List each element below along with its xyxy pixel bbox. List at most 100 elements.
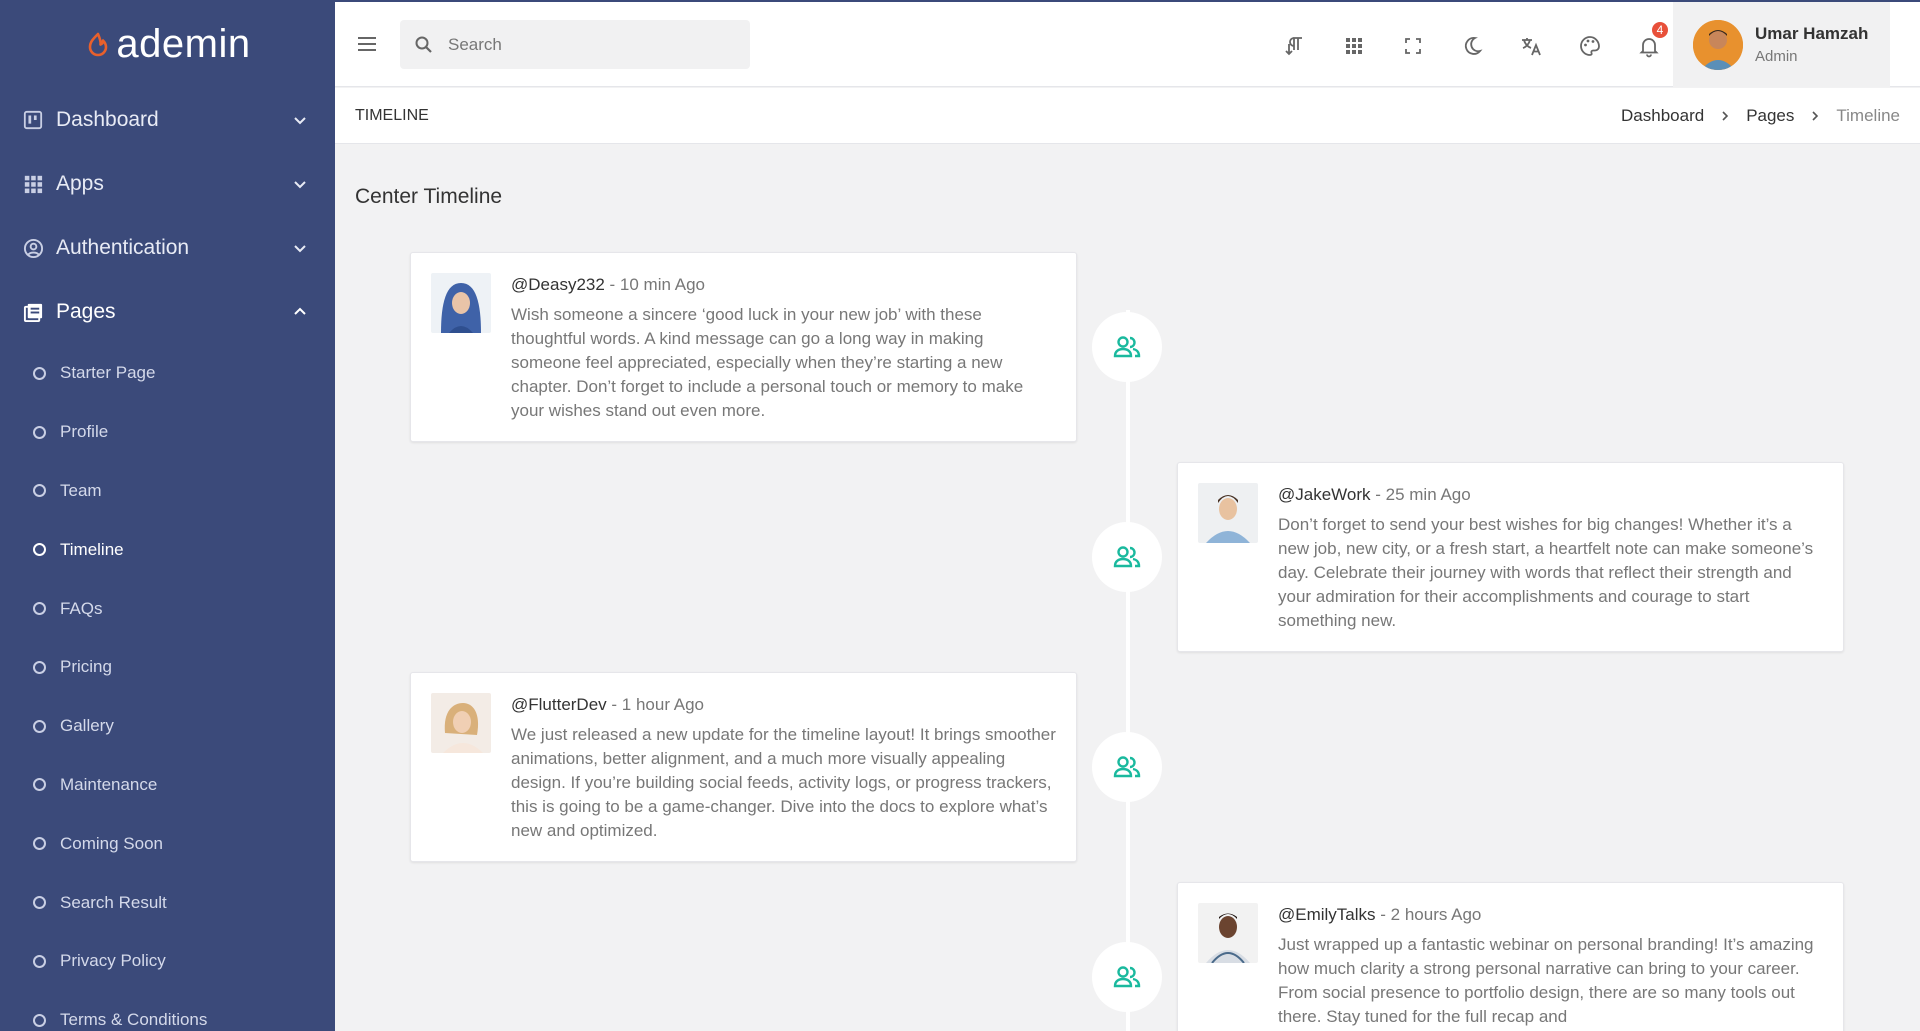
circle-bullet-icon [33,543,46,557]
sidebar-item-label: Authentication [56,236,190,259]
search-box[interactable] [400,20,750,69]
user-name: Umar Hamzah [1755,24,1869,43]
sidebar-subitem-profile[interactable]: Profile [0,403,335,462]
sidebar-subitem-label: Pricing [60,657,112,677]
circle-bullet-icon [33,1013,46,1027]
apps-grid-icon [22,173,44,195]
sidebar-subitem-label: Maintenance [60,774,158,794]
post-text: Just wrapped up a fantastic webinar on p… [1278,935,1814,1026]
sidebar-item-dashboard[interactable]: Dashboard [0,88,335,152]
sidebar-subitem-label: Starter Page [60,363,156,383]
logo[interactable]: ademin [0,0,335,88]
avatar [1198,903,1258,963]
post-handle[interactable]: @FlutterDev [511,695,607,714]
chevron-down-icon [294,117,306,125]
sidebar-subitem-label: Team [60,480,102,500]
circle-bullet-icon [33,954,46,968]
sidebar-subitem-search-result[interactable]: Search Result [0,873,335,932]
fullscreen-icon [1404,38,1421,54]
post-handle[interactable]: @JakeWork [1278,485,1371,504]
sidebar-subitem-label: Terms & Conditions [60,1010,208,1030]
post-time: - 10 min Ago [604,275,705,294]
search-icon [415,36,432,53]
timeline-node [1092,312,1162,382]
chevron-up-icon [294,307,306,315]
section-title: Center Timeline [355,185,503,208]
circle-bullet-icon [33,366,46,380]
post-handle[interactable]: @Deasy232 [511,275,605,294]
timeline-node [1092,942,1162,1012]
users-icon [1113,756,1141,778]
sidebar-subitem-team[interactable]: Team [0,462,335,521]
top-header: 4 Umar Hamzah Admin [335,0,1920,87]
breadcrumb: Dashboard Pages Timeline [1621,106,1900,126]
sidebar-subitem-label: Search Result [60,892,167,912]
chevron-down-icon [294,181,306,189]
sidebar-item-label: Dashboard [56,108,159,131]
circle-bullet-icon [33,660,46,674]
circle-bullet-icon [33,837,46,851]
sidebar-item-pages[interactable]: Pages [0,280,335,344]
dark-mode-button[interactable] [1442,26,1501,66]
sidebar-subitem-label: Coming Soon [60,833,164,853]
search-input[interactable] [448,34,728,55]
circle-bullet-icon [33,719,46,733]
sidebar-subitem-gallery[interactable]: Gallery [0,697,335,756]
circle-bullet-icon [33,425,46,439]
sidebar-subitem-label: Profile [60,422,109,442]
circle-bullet-icon [33,602,46,616]
avatar [1198,483,1258,543]
user-circle-icon [22,237,44,259]
apps-grid-icon [1345,38,1362,54]
user-menu[interactable]: Umar Hamzah Admin [1673,2,1890,87]
sidebar-subitem-maintenance[interactable]: Maintenance [0,756,335,815]
fullscreen-button[interactable] [1383,26,1442,66]
sidebar-subitem-coming-soon[interactable]: Coming Soon [0,814,335,873]
post-meta: @Deasy232 - 10 min Ago [511,275,1056,295]
header-toolbar: 4 [1265,20,1678,66]
language-button[interactable] [1501,26,1560,66]
text-direction-icon [1284,37,1302,56]
post-handle[interactable]: @EmilyTalks [1278,905,1376,924]
breadcrumb-link-pages[interactable]: Pages [1746,106,1794,126]
hamburger-menu-icon[interactable] [355,32,379,56]
avatar [1693,19,1743,70]
users-icon [1113,336,1141,358]
sidebar-subitem-faqs[interactable]: FAQs [0,579,335,638]
breadcrumb-bar: TIMELINE Dashboard Pages Timeline [335,88,1920,144]
post-meta: @FlutterDev - 1 hour Ago [511,695,1056,715]
notifications-button[interactable]: 4 [1619,20,1678,66]
timeline-node [1092,732,1162,802]
post-time: - 2 hours Ago [1375,905,1482,924]
sidebar-item-authentication[interactable]: Authentication [0,216,335,280]
chevron-right-icon [1722,110,1729,121]
post-text: Wish someone a sincere ‘good luck in you… [511,305,1024,420]
sidebar-subitem-timeline[interactable]: Timeline [0,520,335,579]
sidebar-item-apps[interactable]: Apps [0,152,335,216]
palette-icon [1579,36,1600,56]
timeline-card: @FlutterDev - 1 hour Ago We just release… [410,672,1077,862]
circle-bullet-icon [33,896,46,910]
post-time: - 25 min Ago [1370,485,1471,504]
sidebar-subitem-privacy-policy[interactable]: Privacy Policy [0,932,335,991]
post-time: - 1 hour Ago [606,695,705,714]
timeline-card: @JakeWork - 25 min Ago Don’t forget to s… [1177,462,1844,652]
page-title: TIMELINE [355,106,429,124]
sidebar-subitem-starter-page[interactable]: Starter Page [0,344,335,403]
sidebar-subitem-label: Gallery [60,716,114,736]
breadcrumb-current: Timeline [1836,105,1900,125]
theme-button[interactable] [1560,26,1619,66]
circle-bullet-icon [33,484,46,498]
timeline-line [1126,310,1130,1031]
sidebar: ademin Dashboard Apps Authentication Pag… [0,0,335,1031]
sidebar-item-label: Apps [56,172,104,195]
apps-button[interactable] [1324,26,1383,66]
timeline-node [1092,522,1162,592]
sidebar-subitem-label: Privacy Policy [60,951,166,971]
sidebar-subitem-terms[interactable]: Terms & Conditions [0,991,335,1031]
avatar [431,693,491,753]
sidebar-subitem-pricing[interactable]: Pricing [0,638,335,697]
breadcrumb-link-dashboard[interactable]: Dashboard [1621,106,1704,126]
post-text: We just released a new update for the ti… [511,725,1056,840]
text-direction-button[interactable] [1265,26,1324,66]
